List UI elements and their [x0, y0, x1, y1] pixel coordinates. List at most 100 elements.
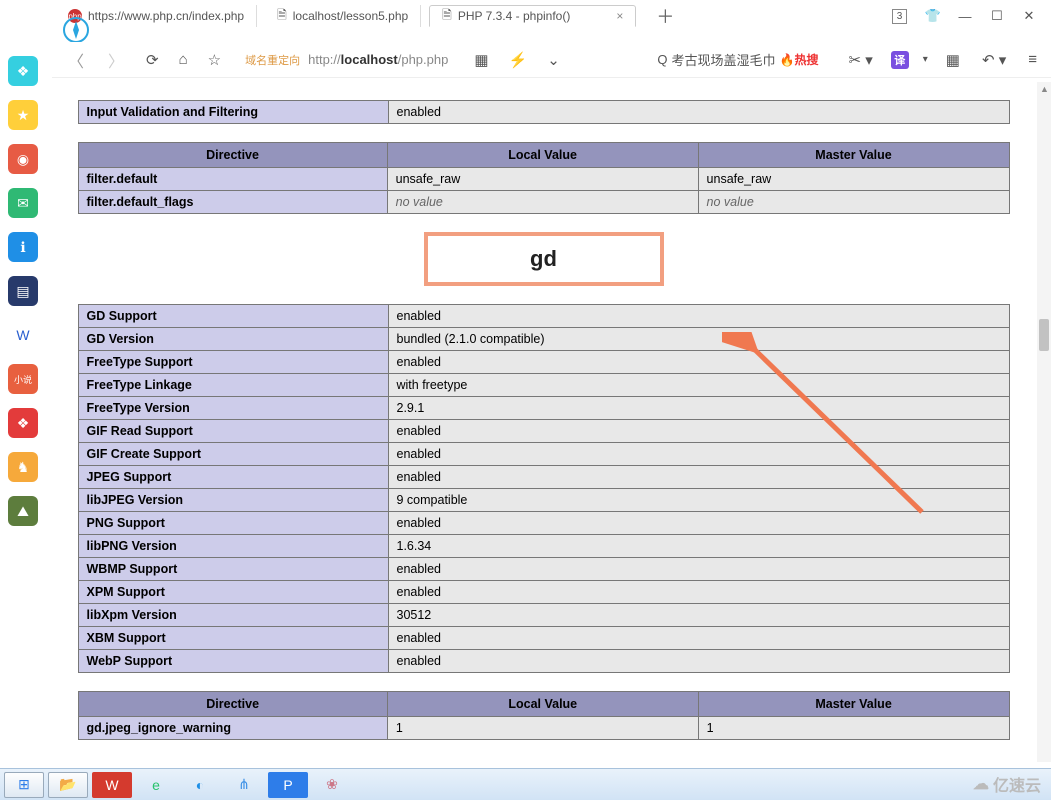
search-box[interactable]: Q 考古现场盖湿毛巾 🔥热搜 — [657, 50, 818, 69]
window-controls: 3 👕 — ☐ ✕ — [892, 0, 1051, 32]
tab-count-badge[interactable]: 3 — [892, 9, 907, 24]
scissors-icon[interactable]: ✂ ▾ — [844, 51, 876, 69]
row-key: XBM Support — [78, 627, 388, 650]
row-value: 2.9.1 — [388, 397, 1009, 420]
undo-icon[interactable]: ↶ ▾ — [978, 51, 1010, 69]
row-key: WBMP Support — [78, 558, 388, 581]
table-row: JPEG Support enabled — [78, 466, 1009, 489]
tab-phpinfo[interactable]: 🗎 PHP 7.3.4 - phpinfo() × — [429, 5, 636, 27]
scrollbar-thumb[interactable] — [1039, 319, 1049, 351]
park-icon[interactable]: P — [268, 772, 308, 798]
wps-icon[interactable]: W — [92, 772, 132, 798]
row-local: unsafe_raw — [387, 168, 698, 191]
row-key: filter.default — [78, 168, 387, 191]
link-icon[interactable]: ❖ — [8, 56, 38, 86]
table-row: XPM Support enabled — [78, 581, 1009, 604]
taskbar: ⊞📂We◐⋔P❀ — [0, 768, 1051, 800]
section-title-gd: gd — [424, 232, 664, 286]
star-icon[interactable]: ★ — [8, 100, 38, 130]
bolt-icon[interactable]: ⚡ — [505, 51, 532, 69]
row-value: enabled — [388, 512, 1009, 535]
col-local: Local Value — [387, 143, 698, 168]
grid-icon[interactable]: ▦ — [942, 51, 964, 69]
scroll-up-icon[interactable]: ▲ — [1040, 84, 1049, 94]
home-button[interactable]: ⌂ — [175, 51, 192, 68]
col-directive: Directive — [78, 143, 387, 168]
new-tab-button[interactable]: ＋ — [644, 5, 686, 27]
row-key: WebP Support — [78, 650, 388, 673]
toolbar: 〈 〉 ⟳ ⌂ ☆ 域名重定向 http://localhost/php.php… — [52, 42, 1051, 78]
red-icon[interactable]: ❖ — [8, 408, 38, 438]
toolbar-right: ✂ ▾ 译▾ ▦ ↶ ▾ ≡ — [844, 51, 1041, 69]
cloud-icon: ☁ — [973, 774, 989, 794]
addr-badge: 域名重定向 — [245, 52, 300, 68]
explorer-icon[interactable]: 📂 — [48, 772, 88, 798]
refresh-button[interactable]: ⟳ — [142, 51, 163, 69]
row-value: enabled — [388, 627, 1009, 650]
row-key: libJPEG Version — [78, 489, 388, 512]
col-master: Master Value — [698, 692, 1009, 717]
row-key: JPEG Support — [78, 466, 388, 489]
scrollbar-track[interactable]: ▲ — [1037, 82, 1051, 762]
misc-icon[interactable]: ❀ — [312, 772, 352, 798]
row-value: enabled — [388, 581, 1009, 604]
word-icon[interactable]: W — [8, 320, 38, 350]
table-row: libJPEG Version 9 compatible — [78, 489, 1009, 512]
forward-button[interactable]: 〉 — [102, 48, 130, 72]
table-row: GIF Read Support enabled — [78, 420, 1009, 443]
info-icon[interactable]: ℹ — [8, 232, 38, 262]
row-value: enabled — [388, 558, 1009, 581]
gd-directives-table: Directive Local Value Master Value gd.jp… — [78, 691, 1010, 740]
game1-icon[interactable]: ♞ — [8, 452, 38, 482]
translate-button[interactable]: 译 — [891, 51, 909, 69]
col-local: Local Value — [387, 692, 698, 717]
browser-icon[interactable]: e — [136, 772, 176, 798]
address-bar[interactable]: 域名重定向 http://localhost/php.php — [245, 52, 448, 68]
weibo-icon[interactable]: ◉ — [8, 144, 38, 174]
game2-icon[interactable]: ⛰ — [8, 496, 38, 526]
input-filtering-table: Input Validation and Filtering enabled — [78, 100, 1010, 124]
row-value: enabled — [388, 443, 1009, 466]
table-row: GD Version bundled (2.1.0 compatible) — [78, 328, 1009, 351]
skin-icon[interactable]: 👕 — [927, 10, 939, 22]
table-row: GD Support enabled — [78, 305, 1009, 328]
back-button[interactable]: 〈 — [62, 48, 90, 72]
tab-lesson5[interactable]: 🗎 localhost/lesson5.php — [265, 5, 421, 27]
col-directive: Directive — [78, 692, 387, 717]
maximize-button[interactable]: ☐ — [991, 10, 1003, 22]
favorite-button[interactable]: ☆ — [204, 51, 225, 69]
mail-icon[interactable]: ✉ — [8, 188, 38, 218]
table-row: gd.jpeg_ignore_warning 1 1 — [78, 717, 1009, 740]
close-button[interactable]: ✕ — [1023, 10, 1035, 22]
row-value: bundled (2.1.0 compatible) — [388, 328, 1009, 351]
qr-icon[interactable]: ▦ — [470, 51, 492, 69]
tab-label: localhost/lesson5.php — [293, 9, 408, 23]
search-text: 考古现场盖湿毛巾 — [672, 50, 776, 69]
menu-icon[interactable]: ≡ — [1024, 51, 1041, 68]
row-master: 1 — [698, 717, 1009, 740]
minimize-button[interactable]: — — [959, 10, 971, 22]
row-master: no value — [698, 191, 1009, 214]
row-key: GD Support — [78, 305, 388, 328]
row-key: Input Validation and Filtering — [78, 101, 388, 124]
row-value: enabled — [388, 351, 1009, 374]
table-row: libXpm Version 30512 — [78, 604, 1009, 627]
row-key: libXpm Version — [78, 604, 388, 627]
doc-icon: 🗎 — [277, 6, 287, 27]
tab-strip: php https://www.php.cn/index.php 🗎 local… — [8, 0, 892, 32]
start-icon[interactable]: ⊞ — [4, 772, 44, 798]
page-content: Input Validation and Filtering enabled D… — [52, 82, 1035, 762]
row-key: filter.default_flags — [78, 191, 387, 214]
row-value: 1.6.34 — [388, 535, 1009, 558]
vscode-icon[interactable]: ⋔ — [224, 772, 264, 798]
table-row: FreeType Version 2.9.1 — [78, 397, 1009, 420]
table-row: filter.default_flags no value no value — [78, 191, 1009, 214]
table-row: FreeType Linkage with freetype — [78, 374, 1009, 397]
row-key: libPNG Version — [78, 535, 388, 558]
close-tab-icon[interactable]: × — [616, 9, 623, 23]
doc-icon[interactable]: ▤ — [8, 276, 38, 306]
novel-icon[interactable]: 小说 — [8, 364, 38, 394]
table-row: PNG Support enabled — [78, 512, 1009, 535]
chevron-down-icon[interactable]: ⌄ — [543, 51, 564, 69]
chat-icon[interactable]: ◐ — [180, 772, 220, 798]
